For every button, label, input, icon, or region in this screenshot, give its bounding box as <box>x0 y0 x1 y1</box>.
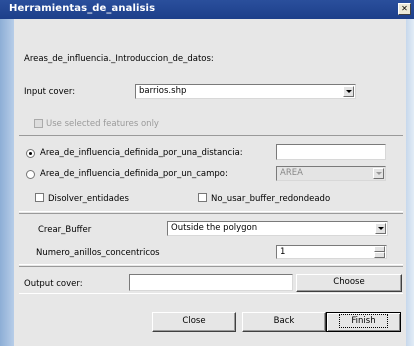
field-select[interactable]: AREA <box>276 166 386 181</box>
input-cover-select[interactable]: barrios.shp <box>135 84 356 99</box>
radio-field[interactable] <box>26 170 35 179</box>
close-icon: ✕ <box>401 4 408 13</box>
anillos-label: Numero_anillos_concentricos <box>36 248 160 258</box>
disolver-label: Disolver_entidades <box>48 194 129 204</box>
crear-buffer-value: Outside the polygon <box>171 223 258 233</box>
chevron-down-icon[interactable] <box>373 168 384 179</box>
back-button[interactable]: Back <box>242 312 326 332</box>
close-button[interactable]: Close <box>152 312 236 332</box>
field-select-value: AREA <box>280 168 303 178</box>
input-cover-value: barrios.shp <box>139 86 187 96</box>
right-decoration <box>406 19 414 346</box>
choose-button[interactable]: Choose <box>296 274 402 292</box>
anillos-value: 1 <box>280 247 286 257</box>
output-cover-input[interactable] <box>129 274 293 291</box>
crear-buffer-label: Crear_Buffer <box>38 225 92 235</box>
disolver-checkbox[interactable] <box>35 193 44 202</box>
left-decoration <box>0 19 14 346</box>
distance-input[interactable] <box>276 144 386 160</box>
chevron-down-icon[interactable] <box>375 223 386 234</box>
finish-button[interactable]: Finish <box>326 312 401 332</box>
spin-down-icon[interactable] <box>374 252 385 258</box>
output-cover-label: Output cover: <box>24 279 83 289</box>
intro-label: Areas_de_influencia._Introduccion_de_dat… <box>24 54 214 64</box>
radio-distance-label: Area_de_influencia_definida_por_una_dist… <box>40 148 243 158</box>
window-title: Herramientas_de_analisis <box>9 3 156 14</box>
anillos-stepper[interactable]: 1 <box>276 245 387 259</box>
finish-button-label: Finish <box>339 314 388 328</box>
use-selected-label: Use selected features only <box>46 119 159 129</box>
input-cover-label: Input cover: <box>24 87 76 97</box>
crear-buffer-select[interactable]: Outside the polygon <box>167 221 388 236</box>
back-button-label: Back <box>273 316 295 326</box>
dialog-window: Herramientas_de_analisis ✕ Areas_de_infl… <box>0 0 414 346</box>
use-selected-checkbox[interactable] <box>34 119 43 128</box>
title-bar[interactable]: Herramientas_de_analisis ✕ <box>0 0 414 19</box>
radio-field-label: Area_de_influencia_definida_por_un_campo… <box>40 169 228 179</box>
chevron-down-icon[interactable] <box>343 86 354 97</box>
close-window-button[interactable]: ✕ <box>398 3 411 15</box>
radio-distance[interactable] <box>26 149 35 158</box>
close-button-label: Close <box>182 316 206 326</box>
no-redondeado-label: No_usar_buffer_redondeado <box>211 194 331 204</box>
no-redondeado-checkbox[interactable] <box>198 193 207 202</box>
choose-button-label: Choose <box>333 277 365 287</box>
